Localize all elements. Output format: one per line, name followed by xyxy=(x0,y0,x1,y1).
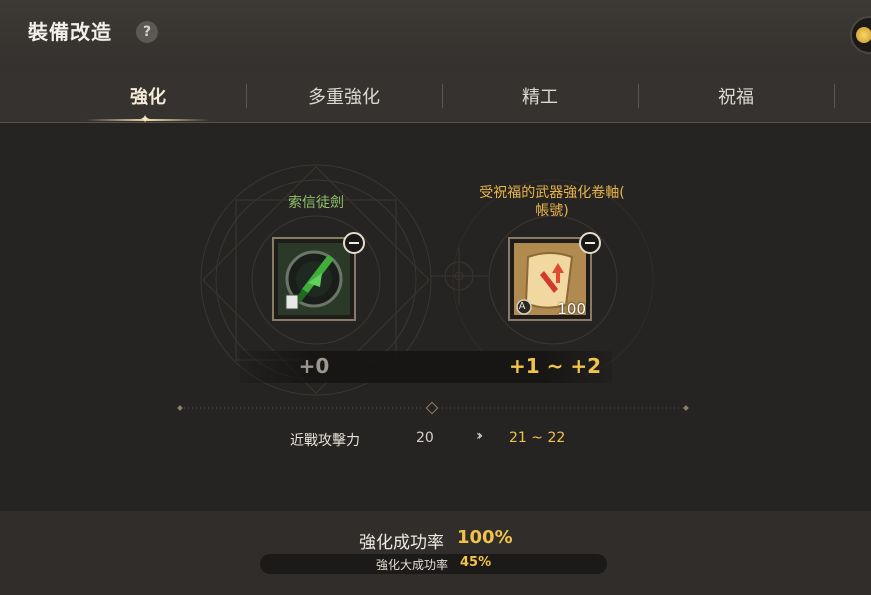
material-name-line2: 帳號) xyxy=(535,203,569,219)
success-rate-value: 100% xyxy=(457,527,513,548)
result-level: +1 ~ +2 xyxy=(508,354,602,378)
account-bound-badge: A xyxy=(518,301,526,312)
double-chevron-right-icon: ›› xyxy=(476,428,483,444)
tab-bless[interactable]: 祝福 xyxy=(638,70,834,122)
target-item-name: 索信徒劍 xyxy=(288,195,344,211)
tab-divider xyxy=(834,84,835,108)
magic-circle-decoration xyxy=(177,164,689,415)
material-quantity: 100 xyxy=(557,300,586,318)
window-header xyxy=(0,0,871,70)
success-rate-footer xyxy=(0,511,871,595)
success-rate-label: 強化成功率 xyxy=(359,533,444,553)
material-item-slot[interactable]: A 100 xyxy=(508,237,592,321)
great-success-value: 45% xyxy=(460,555,492,570)
help-icon[interactable]: ? xyxy=(136,21,158,43)
tab-multi-enhance[interactable]: 多重強化 xyxy=(246,70,442,122)
stat-result-value: 21 ~ 22 xyxy=(509,430,566,446)
green-sword-shield-icon xyxy=(278,243,350,315)
stat-label: 近戰攻擊力 xyxy=(290,433,360,449)
remove-material-icon[interactable] xyxy=(579,232,601,254)
remove-target-icon[interactable] xyxy=(343,232,365,254)
current-level: +0 xyxy=(298,354,330,378)
material-item-name: 受祝福的武器強化卷軸( 帳號) xyxy=(452,184,652,220)
tab-refine[interactable]: 精工 xyxy=(442,70,638,122)
target-item-slot[interactable] xyxy=(272,237,356,321)
tab-bar: 強化 多重強化 精工 祝福 xyxy=(0,70,871,123)
stat-current-value: 20 xyxy=(416,430,434,446)
great-success-label: 強化大成功率 xyxy=(376,558,449,572)
material-name-line1: 受祝福的武器強化卷軸( xyxy=(479,185,625,201)
window-title: 裝備改造 xyxy=(28,20,112,44)
